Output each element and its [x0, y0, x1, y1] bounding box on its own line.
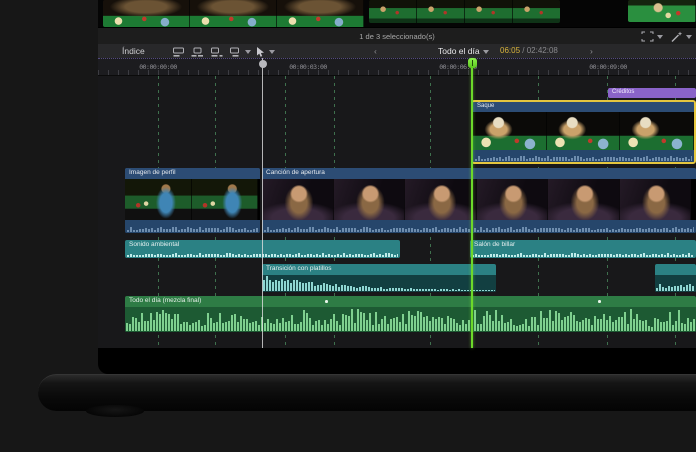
filmstrip-frame — [548, 179, 620, 220]
playhead-line[interactable] — [471, 58, 473, 348]
enhancements-button[interactable] — [670, 31, 692, 43]
index-button[interactable]: Índice — [122, 46, 145, 56]
macbook-base — [38, 374, 696, 411]
filmstrip-frame — [620, 179, 692, 220]
filmstrip-frame — [277, 0, 364, 27]
clip-pool-hall[interactable]: Salón de billar — [470, 240, 696, 258]
filmstrip-frame — [628, 0, 696, 22]
ruler-label: 00:00:03:00 — [289, 63, 327, 71]
clip-filmstrip — [262, 179, 696, 220]
append-clip-icon — [210, 47, 223, 57]
filmstrip-frame — [465, 0, 513, 23]
clip-filmstrip — [125, 179, 260, 220]
clip-audio-cropped[interactable] — [655, 264, 696, 292]
chevron-down-icon — [245, 50, 251, 57]
insert-clip-icon — [191, 47, 204, 57]
filmstrip-frame — [547, 112, 621, 150]
timecode-current: 06:05 — [500, 46, 520, 55]
magic-wand-icon — [670, 31, 683, 43]
filmstrip-frame — [369, 0, 417, 23]
skimmer-pin[interactable] — [259, 60, 267, 68]
next-project-button[interactable]: › — [590, 46, 593, 56]
filmstrip-frame — [334, 179, 406, 220]
connect-clip-button[interactable] — [172, 47, 185, 57]
insert-clip-button[interactable] — [191, 47, 204, 57]
timecode-total: / 02:42:08 — [522, 46, 558, 55]
clip-opening-song[interactable]: Canción de apertura — [262, 168, 696, 233]
audio-waveform — [264, 224, 694, 232]
filmstrip-frame — [262, 179, 334, 220]
chevron-down-icon — [269, 50, 275, 57]
audio-waveform — [127, 224, 258, 232]
clip-audio-waveform — [262, 220, 696, 233]
browser-filmstrip-pool-table[interactable] — [369, 0, 560, 23]
filmstrip-frame — [405, 179, 477, 220]
timecode-display: 06:05 / 02:42:08 — [500, 46, 558, 55]
filmstrip-frame — [513, 0, 560, 23]
skimmer-line[interactable] — [262, 58, 263, 348]
audio-waveform — [472, 251, 694, 257]
filmstrip-frame — [473, 112, 547, 150]
fcp-window: 1 de 3 seleccionado(s) Índice — [98, 0, 696, 374]
overwrite-clip-icon — [229, 47, 242, 57]
timeline-ruler[interactable]: 00:00:00:00 00:00:03:00 00:00:06:00 00:0… — [98, 58, 696, 76]
project-menu[interactable]: Todo el día — [438, 46, 489, 56]
audio-waveform — [126, 309, 695, 331]
audio-waveform — [656, 279, 695, 291]
clip-credits[interactable]: Créditos — [608, 88, 696, 98]
selection-status: 1 de 3 seleccionado(s) — [359, 32, 434, 41]
browser-filmstrip-dog-pool[interactable] — [103, 0, 365, 27]
audio-waveform — [475, 153, 692, 161]
clip-filmstrip — [473, 112, 694, 150]
clip-break-shot-selected[interactable]: Saque — [471, 100, 696, 164]
filmstrip-frame — [417, 0, 465, 23]
playhead-handle[interactable] — [468, 58, 477, 68]
viewer-display-button[interactable] — [641, 31, 663, 42]
chevron-down-icon — [483, 50, 489, 57]
filmstrip-frame — [103, 0, 190, 27]
chevron-down-icon — [686, 35, 692, 42]
macbook-scene: 1 de 3 seleccionado(s) Índice — [0, 0, 696, 452]
clip-final-mix[interactable]: Todo el día (mezcla final) — [125, 296, 696, 332]
previous-project-button[interactable]: ‹ — [374, 46, 377, 56]
macbook-foot — [86, 405, 144, 417]
clip-cymbal-transition[interactable]: Transición con platillos — [262, 264, 496, 292]
browser-status-bar: 1 de 3 seleccionado(s) — [98, 27, 696, 44]
chevron-down-icon — [657, 35, 663, 42]
connect-clip-icon — [172, 47, 185, 57]
append-clip-button[interactable] — [210, 47, 223, 57]
browser-thumbnail-pool-table[interactable] — [628, 0, 696, 22]
clip-audio-waveform — [125, 220, 260, 233]
overwrite-clip-button[interactable] — [229, 47, 251, 57]
crop-frame-icon — [641, 31, 654, 42]
filmstrip-frame — [477, 179, 549, 220]
filmstrip-frame — [125, 179, 192, 220]
clip-profile-image[interactable]: Imagen de perfil — [125, 168, 260, 233]
keyframe-dot[interactable] — [325, 300, 328, 303]
audio-waveform — [263, 276, 495, 291]
clip-audio-waveform — [473, 150, 694, 162]
timeline-toolbar: Índice — [98, 44, 696, 58]
filmstrip-frame — [190, 0, 277, 27]
ruler-label: 00:00:09:00 — [589, 63, 627, 71]
tool-select-button[interactable] — [256, 46, 275, 58]
arrow-cursor-icon — [256, 46, 266, 58]
ruler-label: 00:00:00:00 — [139, 63, 177, 71]
filmstrip-frame — [192, 179, 259, 220]
keyframe-dot[interactable] — [598, 300, 601, 303]
filmstrip-frame — [620, 112, 694, 150]
browser-pane — [98, 0, 696, 27]
